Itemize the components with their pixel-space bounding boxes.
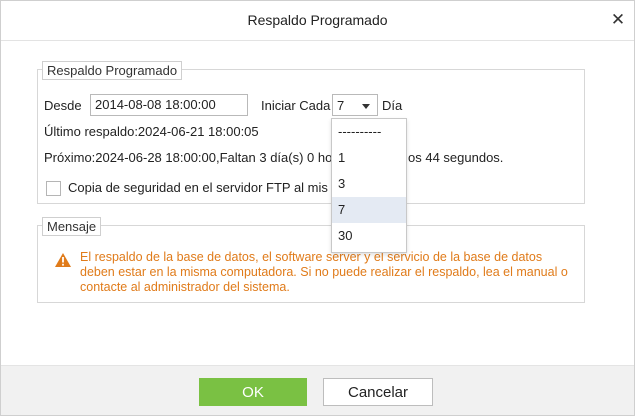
interval-dropdown-list: ---------- 1 3 7 30 <box>331 118 407 253</box>
message-text: El respaldo de la base de datos, el soft… <box>80 250 568 294</box>
interval-option-placeholder[interactable]: ---------- <box>332 119 406 145</box>
interval-select[interactable]: 7 <box>332 94 378 116</box>
interval-option-7[interactable]: 7 <box>332 197 406 223</box>
dialog-title: Respaldo Programado <box>247 12 388 28</box>
scheduled-backup-legend: Respaldo Programado <box>42 61 183 80</box>
desde-label: Desde <box>44 98 82 113</box>
start-datetime-input[interactable]: 2014-08-08 18:00:00 <box>90 94 248 116</box>
dia-label: Día <box>382 98 403 113</box>
warning-icon <box>55 253 71 267</box>
interval-option-1[interactable]: 1 <box>332 145 406 171</box>
backup-dialog: Respaldo Programado ✕ Respaldo Programad… <box>0 0 635 416</box>
ftp-backup-checkbox[interactable] <box>46 181 61 196</box>
message-legend: Mensaje <box>42 217 102 236</box>
cancel-button[interactable]: Cancelar <box>323 378 433 406</box>
chevron-down-icon <box>362 104 370 109</box>
interval-option-3[interactable]: 3 <box>332 171 406 197</box>
dialog-body: Respaldo Programado Desde 2014-08-08 18:… <box>1 41 634 365</box>
close-icon[interactable]: ✕ <box>610 11 626 29</box>
message-group: Mensaje El respaldo de la base de datos,… <box>37 217 585 303</box>
next-backup-text-tail: os 44 segundos. <box>408 150 504 165</box>
dialog-footer: OK Cancelar <box>1 365 634 415</box>
next-backup-text: Próximo:2024-06-28 18:00:00,Faltan 3 día… <box>44 150 333 165</box>
iniciar-cada-label: Iniciar Cada <box>261 98 331 113</box>
dialog-titlebar: Respaldo Programado ✕ <box>1 1 634 41</box>
ftp-backup-label: Copia de seguridad en el servidor FTP al… <box>68 180 328 195</box>
interval-option-30[interactable]: 30 <box>332 223 406 249</box>
scheduled-backup-group: Respaldo Programado Desde 2014-08-08 18:… <box>37 61 585 204</box>
last-backup-text: Último respaldo:2024-06-21 18:00:05 <box>44 124 259 139</box>
interval-select-value: 7 <box>337 98 345 113</box>
ok-button[interactable]: OK <box>199 378 307 406</box>
